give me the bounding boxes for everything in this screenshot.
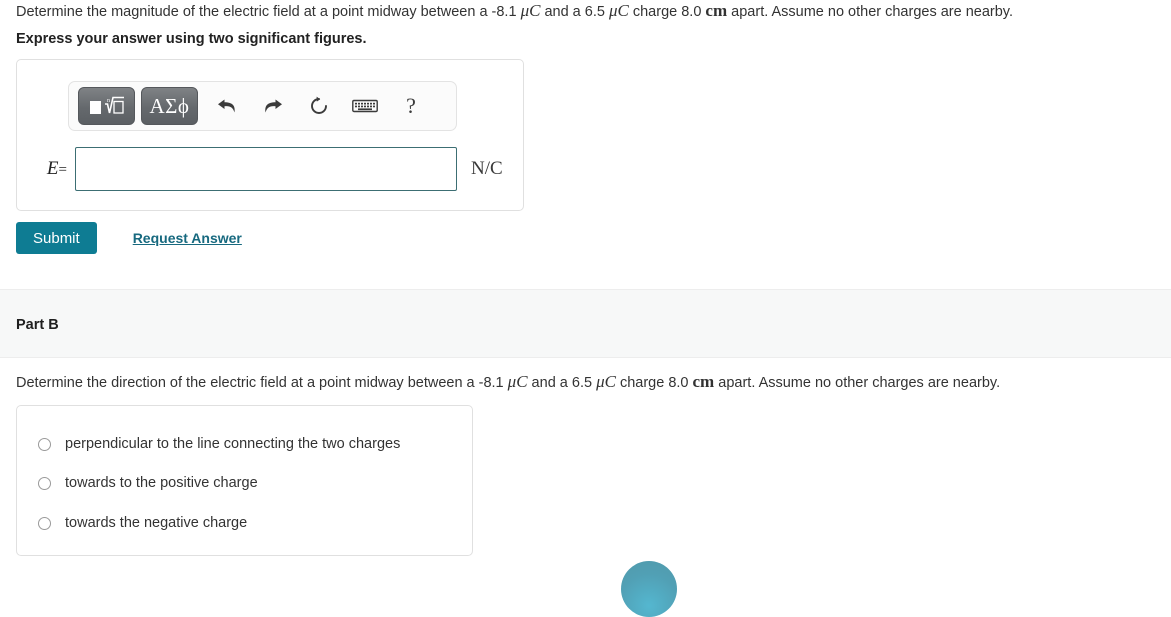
part-b-question-suffix: apart. Assume no other charges are nearb…	[714, 374, 1001, 391]
math-toolbar: n ΑΣϕ ?	[68, 81, 457, 131]
part-b-question-mid: and a 6.5	[527, 374, 597, 391]
greek-letters-label: ΑΣϕ	[149, 93, 190, 118]
keyboard-button[interactable]	[342, 87, 388, 125]
request-answer-link[interactable]: Request Answer	[133, 230, 242, 246]
reset-button[interactable]	[296, 87, 342, 125]
answer-input[interactable]	[75, 147, 457, 191]
choices-panel: perpendicular to the line connecting the…	[16, 405, 473, 556]
redo-button[interactable]	[250, 87, 296, 125]
answer-unit-label: N/C	[471, 158, 503, 179]
answer-variable-label: E=	[17, 158, 75, 180]
keyboard-icon	[352, 99, 378, 113]
part-a-question-text: Determine the magnitude of the electric …	[16, 0, 1013, 22]
choice-option-3[interactable]: towards the negative charge	[38, 515, 247, 531]
answer-panel: n ΑΣϕ ? E= N/C	[16, 59, 524, 211]
submit-row: Submit Request Answer	[16, 222, 242, 254]
help-chat-bubble[interactable]	[621, 561, 677, 617]
help-button[interactable]: ?	[388, 87, 434, 125]
choice-label-2: towards to the positive charge	[65, 475, 258, 491]
choice-label-1: perpendicular to the line connecting the…	[65, 436, 401, 452]
help-question-mark-label: ?	[406, 93, 416, 118]
radio-button-3[interactable]	[38, 516, 51, 530]
answer-variable-symbol: E	[46, 158, 59, 179]
choice-option-2[interactable]: towards to the positive charge	[38, 475, 258, 491]
choice-option-1[interactable]: perpendicular to the line connecting the…	[38, 436, 400, 452]
part-b-unit-distance: cm	[692, 371, 715, 391]
submit-button[interactable]: Submit	[16, 222, 97, 254]
choice-label-3: towards the negative charge	[65, 515, 248, 531]
part-b-unit-charge-2: μC	[596, 371, 616, 391]
redo-arrow-icon	[265, 99, 282, 113]
part-a-unit-charge-1: μC	[520, 0, 541, 20]
part-a-question-mid: and a 6.5	[540, 3, 609, 20]
part-b-question-text: Determine the direction of the electric …	[16, 372, 1000, 392]
reset-refresh-icon	[311, 96, 327, 114]
undo-button[interactable]	[204, 87, 250, 125]
part-b-header-band: Part B	[0, 289, 1171, 358]
part-a-question-suffix: apart. Assume no other charges are nearb…	[727, 3, 1014, 20]
part-a-question-mid2: charge 8.0	[628, 3, 706, 20]
radio-button-1[interactable]	[38, 437, 51, 451]
part-b-unit-charge-1: μC	[507, 371, 528, 391]
part-a-question-prefix: Determine the magnitude of the electric …	[16, 3, 521, 20]
part-a-unit-charge-2: μC	[608, 0, 629, 20]
answer-equals-sign: =	[58, 162, 67, 178]
part-b-title: Part B	[16, 317, 59, 333]
part-b-question-prefix: Determine the direction of the electric …	[16, 374, 508, 391]
math-template-button[interactable]: n	[78, 87, 135, 125]
greek-letters-button[interactable]: ΑΣϕ	[141, 87, 198, 125]
part-b-question-mid2: charge 8.0	[615, 374, 693, 391]
part-a-instruction: Express your answer using two significan…	[16, 31, 367, 47]
answer-row: E= N/C	[17, 145, 525, 193]
math-template-icon: n	[89, 96, 124, 114]
svg-text:n: n	[107, 98, 110, 104]
part-a-unit-distance: cm	[705, 0, 728, 20]
radio-button-2[interactable]	[38, 476, 51, 490]
undo-arrow-icon	[218, 99, 235, 113]
